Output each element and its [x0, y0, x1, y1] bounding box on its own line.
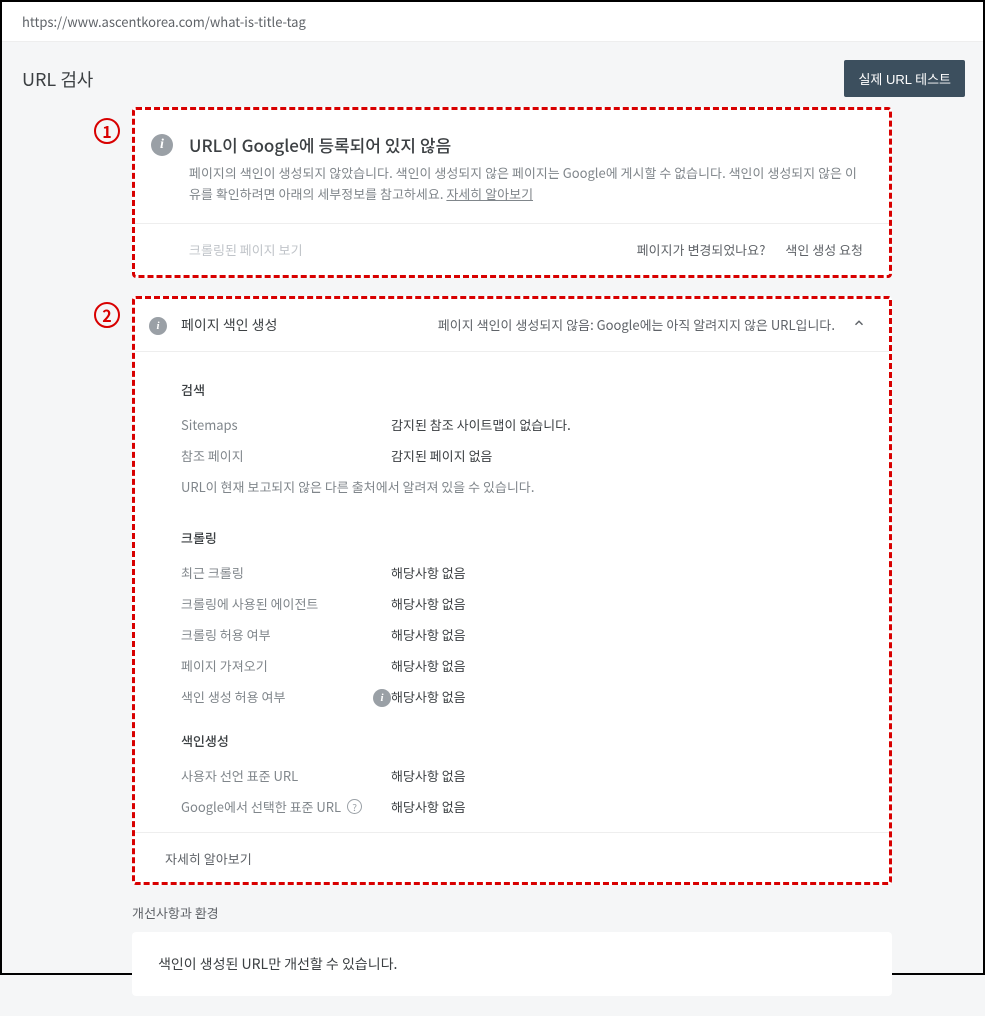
- url-bar[interactable]: https://www.ascentkorea.com/what-is-titl…: [2, 2, 983, 42]
- kv-key: 페이지 가져오기: [181, 656, 391, 675]
- kv-val: 해당사항 없음: [391, 797, 466, 816]
- kv-val: 해당사항 없음: [391, 656, 466, 675]
- status-actions: 페이지가 변경되었나요? 색인 생성 요청: [637, 240, 863, 259]
- crawl-row-allowed: 크롤링 허용 여부 해당사항 없음: [181, 619, 859, 650]
- indexing-card: i 페이지 색인 생성 페이지 색인이 생성되지 않음: Google에는 아직…: [132, 296, 892, 885]
- section-discovery-title: 검색: [181, 362, 859, 409]
- discovery-note: URL이 현재 보고되지 않은 다른 출처에서 알려져 있을 수 있습니다.: [181, 471, 859, 510]
- indexing-row-google-canonical: Google에서 선택한 표준 URL ? 해당사항 없음: [181, 791, 859, 822]
- info-icon[interactable]: i: [373, 689, 391, 707]
- annotation-badge-2: 2: [94, 302, 120, 328]
- learn-more-link[interactable]: 자세히 알아보기: [446, 184, 533, 203]
- indexing-header-status: 페이지 색인이 생성되지 않음: Google에는 아직 알려지지 않은 URL…: [385, 315, 835, 334]
- kv-key: Google에서 선택한 표준 URL ?: [181, 797, 391, 816]
- annotation-badge-1: 1: [94, 118, 120, 144]
- kv-key: 참조 페이지: [181, 446, 391, 465]
- kv-key: Sitemaps: [181, 415, 391, 434]
- info-icon: i: [149, 317, 167, 335]
- status-card-top: i URL이 Google에 등록되어 있지 않음 페이지의 색인이 생성되지 …: [135, 110, 889, 224]
- kv-key-text: Google에서 선택한 표준 URL: [181, 797, 341, 816]
- kv-key: 사용자 선언 표준 URL: [181, 766, 391, 785]
- indexing-card-header[interactable]: i 페이지 색인 생성 페이지 색인이 생성되지 않음: Google에는 아직…: [135, 299, 889, 352]
- page-changed-link[interactable]: 페이지가 변경되었나요?: [637, 240, 766, 259]
- view-crawled-page-link: 크롤링된 페이지 보기: [189, 240, 302, 259]
- content-area: 1 i URL이 Google에 등록되어 있지 않음 페이지의 색인이 생성되…: [2, 107, 983, 1016]
- page-title: URL 검사: [22, 66, 93, 92]
- kv-val: 해당사항 없음: [391, 766, 466, 785]
- kv-key: 크롤링 허용 여부: [181, 625, 391, 644]
- status-card: i URL이 Google에 등록되어 있지 않음 페이지의 색인이 생성되지 …: [132, 107, 892, 278]
- kv-key: 최근 크롤링: [181, 563, 391, 582]
- crawl-row-fetch: 페이지 가져오기 해당사항 없음: [181, 650, 859, 681]
- header-row: URL 검사 실제 URL 테스트: [2, 42, 983, 107]
- indexing-card-body: 검색 Sitemaps 감지된 참조 사이트맵이 없습니다. 참조 페이지 감지…: [135, 352, 889, 832]
- kv-val: 해당사항 없음: [391, 625, 466, 644]
- status-description: 페이지의 색인이 생성되지 않았습니다. 색인이 생성되지 않은 페이지는 Go…: [189, 163, 863, 205]
- help-icon[interactable]: ?: [347, 799, 362, 814]
- discovery-row-referring: 참조 페이지 감지된 페이지 없음: [181, 440, 859, 471]
- kv-val: 감지된 참조 사이트맵이 없습니다.: [391, 415, 571, 434]
- kv-val: 해당사항 없음: [391, 687, 466, 706]
- kv-val: 감지된 페이지 없음: [391, 446, 493, 465]
- improvements-card: 색인이 생성된 URL만 개선할 수 있습니다.: [132, 932, 892, 996]
- crawl-row-index-allowed: 색인 생성 허용 여부 i 해당사항 없음: [181, 681, 859, 713]
- indexing-row-user-canonical: 사용자 선언 표준 URL 해당사항 없음: [181, 760, 859, 791]
- indexing-learn-more-link[interactable]: 자세히 알아보기: [135, 832, 889, 882]
- crawl-row-agent: 크롤링에 사용된 에이전트 해당사항 없음: [181, 588, 859, 619]
- request-indexing-link[interactable]: 색인 생성 요청: [785, 240, 863, 259]
- status-card-bottom: 크롤링된 페이지 보기 페이지가 변경되었나요? 색인 생성 요청: [135, 224, 889, 275]
- chevron-up-icon[interactable]: [849, 315, 869, 335]
- kv-val: 해당사항 없음: [391, 594, 466, 613]
- improvements-heading: 개선사항과 환경: [132, 903, 963, 922]
- discovery-row-sitemaps: Sitemaps 감지된 참조 사이트맵이 없습니다.: [181, 409, 859, 440]
- info-icon: i: [151, 134, 173, 156]
- kv-val: 해당사항 없음: [391, 563, 466, 582]
- section-indexing-title: 색인생성: [181, 713, 859, 760]
- live-test-button[interactable]: 실제 URL 테스트: [844, 60, 965, 97]
- crawl-row-last: 최근 크롤링 해당사항 없음: [181, 557, 859, 588]
- section-crawl-title: 크롤링: [181, 510, 859, 557]
- status-title: URL이 Google에 등록되어 있지 않음: [189, 132, 863, 157]
- indexing-header-label: 페이지 색인 생성: [181, 315, 371, 335]
- kv-key: 크롤링에 사용된 에이전트: [181, 594, 391, 613]
- kv-key: 색인 생성 허용 여부 i: [181, 687, 391, 707]
- kv-key-text: 색인 생성 허용 여부: [181, 687, 285, 706]
